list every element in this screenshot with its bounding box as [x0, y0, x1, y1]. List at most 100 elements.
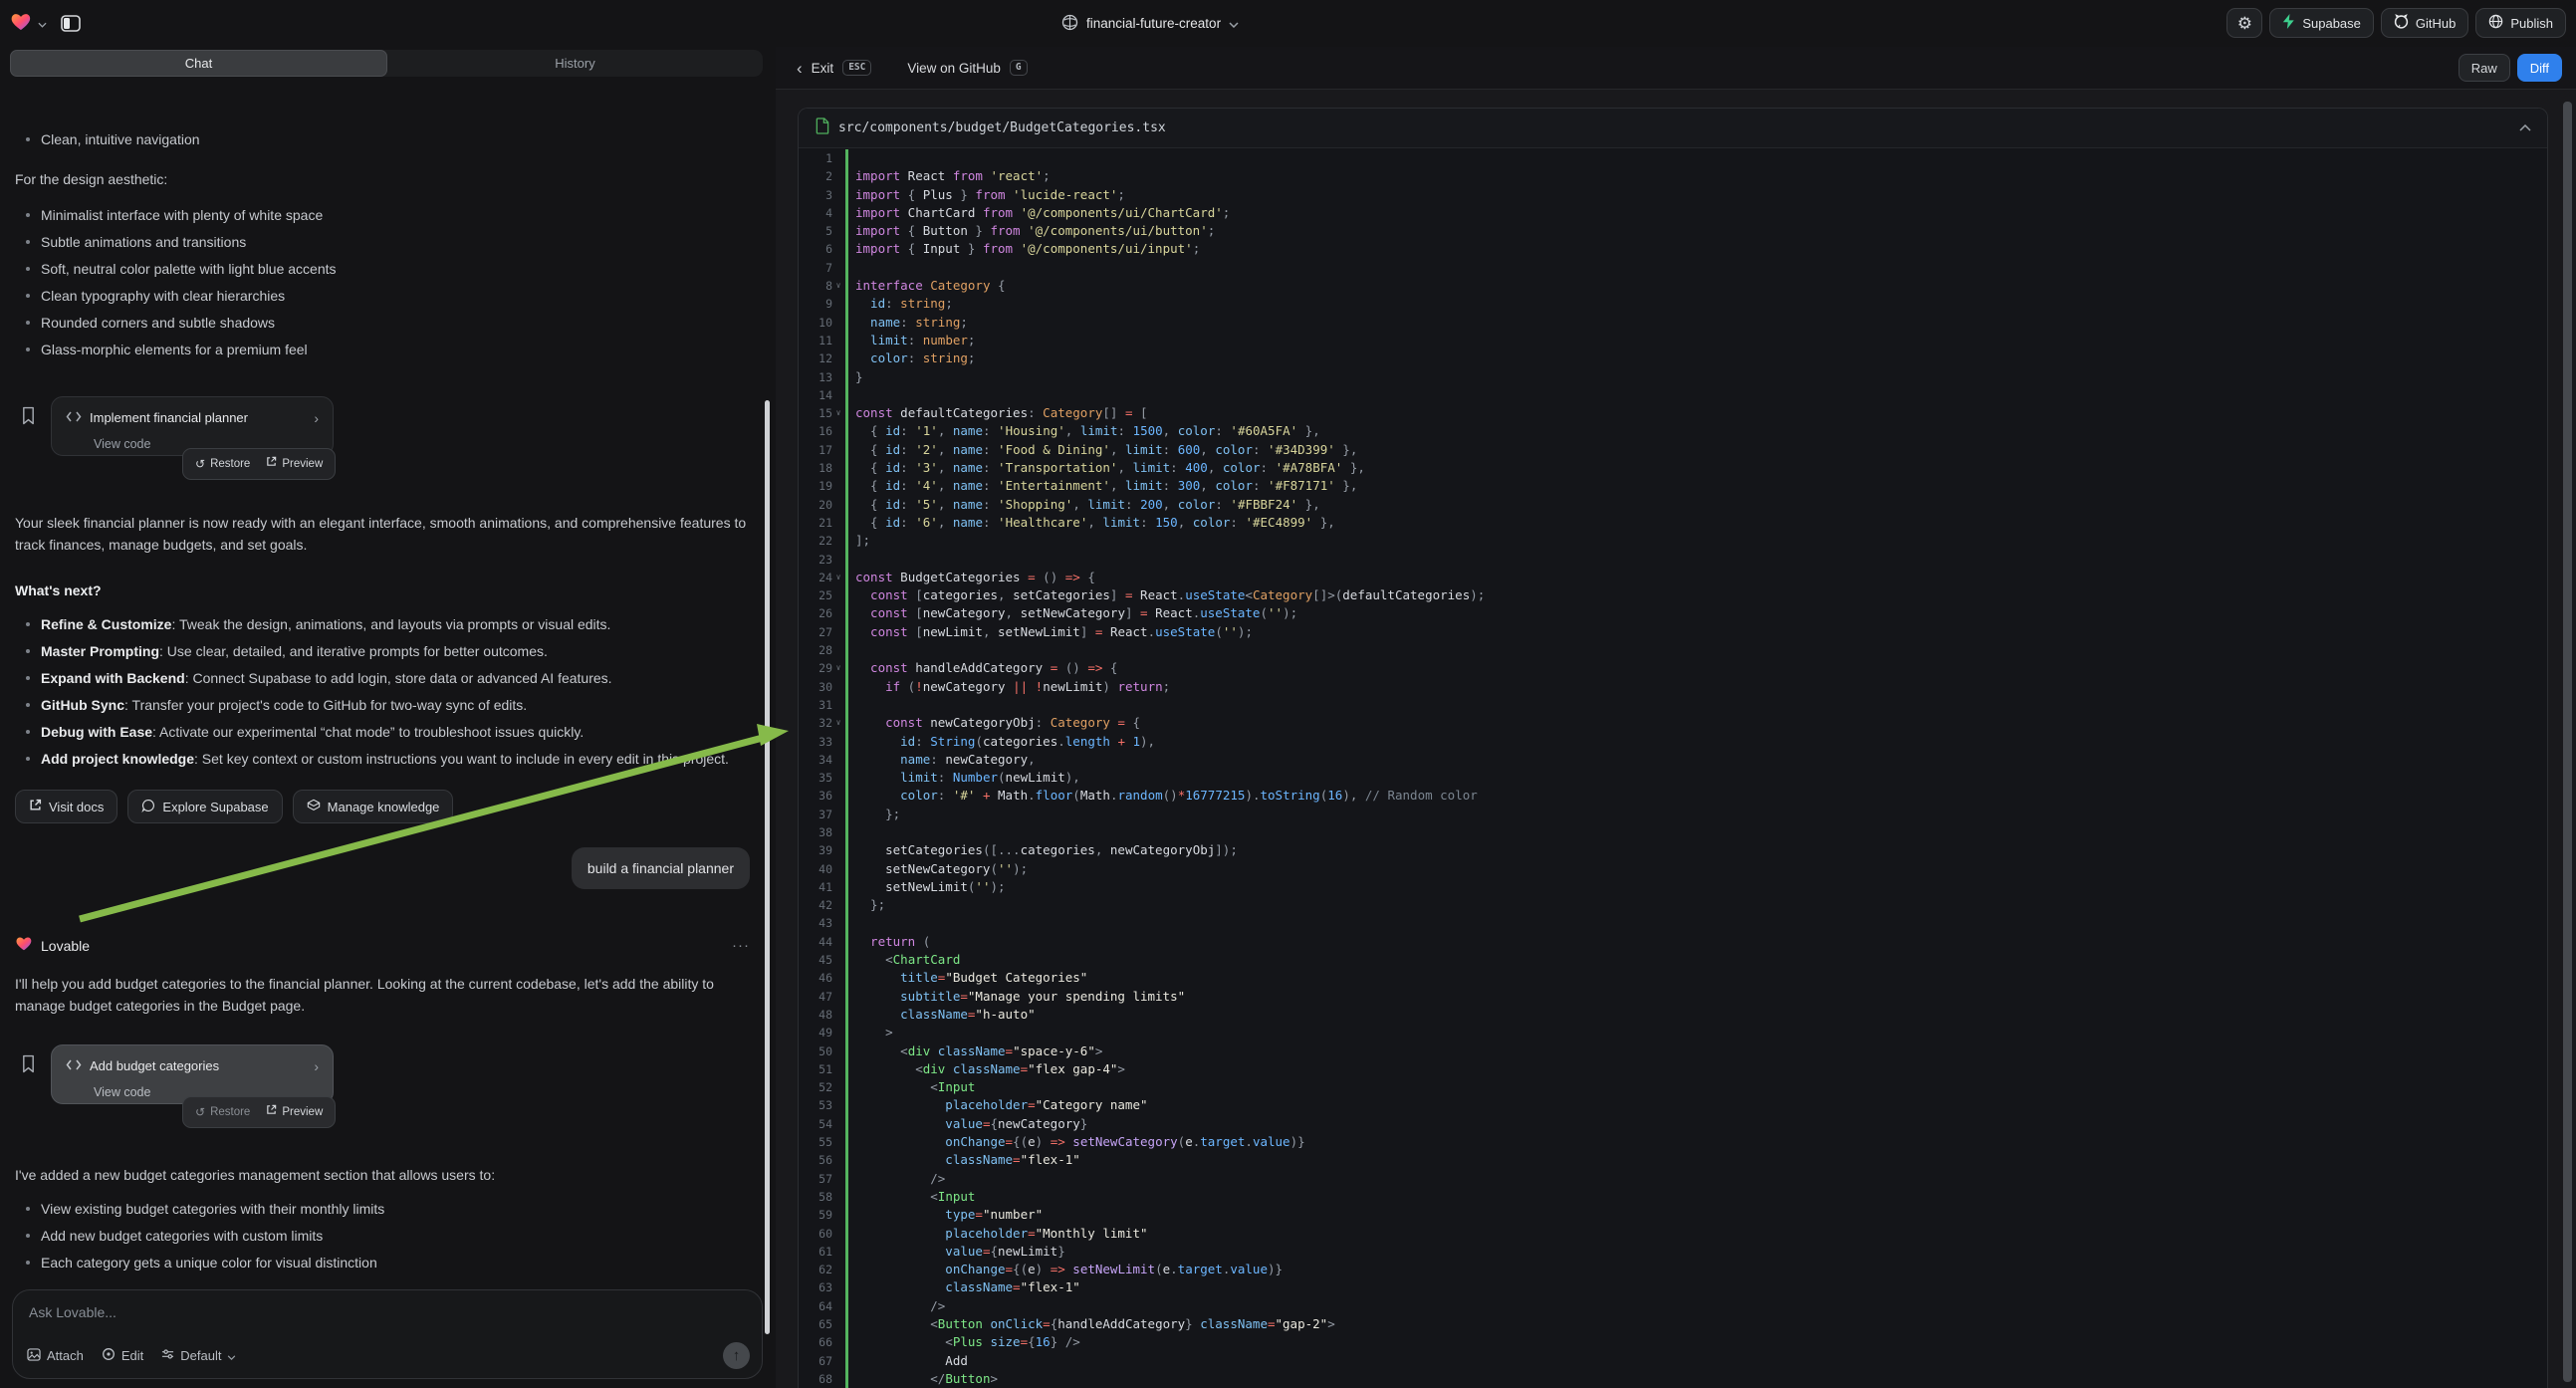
fold-chevron-icon[interactable]: ∨	[832, 714, 844, 732]
code-text: <ChartCard	[844, 951, 960, 969]
settings-button[interactable]: ⚙	[2226, 8, 2262, 38]
bullet-icon	[26, 730, 30, 734]
bookmark-icon[interactable]	[21, 406, 36, 431]
line-number: 56	[799, 1151, 832, 1169]
code-text: color: string;	[844, 349, 975, 367]
fold-chevron-icon[interactable]: ∨	[832, 569, 844, 586]
chat-messages[interactable]: Clean, intuitive navigation For the desi…	[0, 126, 776, 1281]
attach-button[interactable]: Attach	[27, 1348, 84, 1364]
diff-button[interactable]: Diff	[2517, 54, 2562, 82]
code-line: 54 value={newCategory}	[799, 1115, 2547, 1133]
fold-gutter	[832, 769, 844, 787]
restore-button[interactable]: ↺Restore	[195, 1101, 250, 1123]
fold-chevron-icon[interactable]: ∨	[832, 659, 844, 677]
code-line: 1	[799, 149, 2547, 167]
github-icon	[2394, 14, 2409, 32]
publish-label: Publish	[2510, 16, 2553, 31]
external-link-icon	[266, 1101, 277, 1123]
code-line: 51 <div className="flex gap-4">	[799, 1060, 2547, 1078]
version-card-implement-financial-planner[interactable]: Implement financial planner › View code	[51, 396, 334, 456]
code-line: 12 color: string;	[799, 349, 2547, 367]
code-line: 41 setNewLimit('');	[799, 878, 2547, 896]
file-header[interactable]: src/components/budget/BudgetCategories.t…	[799, 109, 2547, 148]
preview-button[interactable]: Preview	[266, 1101, 323, 1123]
manage-knowledge-button[interactable]: Manage knowledge	[293, 790, 454, 823]
github-button[interactable]: GitHub	[2381, 8, 2468, 38]
code-text: <div className="flex gap-4">	[844, 1060, 1125, 1078]
publish-button[interactable]: Publish	[2475, 8, 2566, 38]
chevron-down-icon	[227, 1348, 236, 1363]
code-line: 62 onChange={(e) => setNewLimit(e.target…	[799, 1261, 2547, 1278]
send-button[interactable]: ↑	[723, 1342, 750, 1369]
code-line: 18 { id: '3', name: 'Transportation', li…	[799, 459, 2547, 477]
version-card-add-budget-categories[interactable]: Add budget categories › View code	[51, 1044, 334, 1104]
list-item: GitHub Sync: Transfer your project's cod…	[15, 694, 750, 716]
exit-button[interactable]: ‹ Exit ESC	[797, 60, 871, 77]
restore-button[interactable]: ↺Restore	[195, 453, 250, 475]
code-scrollbar[interactable]	[2563, 102, 2572, 1382]
raw-button[interactable]: Raw	[2459, 54, 2510, 82]
line-number: 25	[799, 586, 832, 604]
line-number: 47	[799, 988, 832, 1006]
line-number: 17	[799, 441, 832, 459]
line-number: 12	[799, 349, 832, 367]
line-number: 65	[799, 1315, 832, 1333]
project-chevron-icon	[1229, 16, 1239, 31]
code-text: const defaultCategories: Category[] = [	[844, 404, 1148, 422]
list-item: Minimalist interface with plenty of whit…	[15, 204, 750, 226]
line-number: 5	[799, 222, 832, 240]
bookmark-icon[interactable]	[21, 1054, 36, 1079]
edit-button[interactable]: Edit	[102, 1347, 143, 1364]
line-number: 45	[799, 951, 832, 969]
assistant-paragraph: For the design aesthetic:	[15, 168, 750, 190]
line-number: 41	[799, 878, 832, 896]
project-icon	[1061, 14, 1078, 34]
chat-input-box[interactable]: Ask Lovable... Attach Edit Default ↑	[12, 1289, 763, 1379]
visit-docs-button[interactable]: Visit docs	[15, 790, 117, 823]
list-item: Each category gets a unique color for vi…	[15, 1252, 750, 1273]
code-line: 33 id: String(categories.length + 1),	[799, 733, 2547, 751]
code-text: <div className="space-y-6">	[844, 1042, 1102, 1060]
tab-chat[interactable]: Chat	[10, 50, 387, 77]
line-number: 53	[799, 1096, 832, 1114]
fold-gutter	[832, 1078, 844, 1096]
preview-button[interactable]: Preview	[266, 453, 323, 475]
line-number: 43	[799, 914, 832, 932]
view-on-github-button[interactable]: View on GitHub G	[907, 60, 1027, 76]
code-line: 11 limit: number;	[799, 332, 2547, 349]
lovable-logo-icon[interactable]	[10, 11, 32, 36]
code-text: <Input	[844, 1188, 975, 1206]
fold-chevron-icon[interactable]: ∨	[832, 404, 844, 422]
topbar-actions: ⚙ Supabase GitHub Publish	[2226, 8, 2566, 38]
code-text: Add	[844, 1352, 968, 1370]
collapse-file-button[interactable]	[2519, 124, 2531, 131]
line-number: 62	[799, 1261, 832, 1278]
code-line: 36 color: '#' + Math.floor(Math.random()…	[799, 787, 2547, 805]
logo-menu-chevron-icon[interactable]	[38, 15, 47, 33]
code-line: 65 <Button onClick={handleAddCategory} c…	[799, 1315, 2547, 1333]
fold-gutter	[832, 1024, 844, 1041]
fold-gutter	[832, 149, 844, 167]
code-line: 68 </Button>	[799, 1370, 2547, 1388]
code-line: 64 />	[799, 1297, 2547, 1315]
line-number: 46	[799, 969, 832, 987]
g-kbd-badge: G	[1010, 60, 1028, 76]
code-line: 14	[799, 386, 2547, 404]
mode-select[interactable]: Default	[161, 1348, 236, 1363]
code-line: 61 value={newLimit}	[799, 1243, 2547, 1261]
code-text: className="flex-1"	[844, 1278, 1080, 1296]
line-number: 54	[799, 1115, 832, 1133]
code-text: className="h-auto"	[844, 1006, 1036, 1024]
supabase-button[interactable]: Supabase	[2269, 8, 2374, 38]
code-editor[interactable]: 12import React from 'react';3import { Pl…	[799, 149, 2547, 1388]
code-line: 67 Add	[799, 1352, 2547, 1370]
external-link-icon	[266, 453, 277, 475]
message-menu-button[interactable]: ···	[732, 935, 750, 957]
fold-chevron-icon[interactable]: ∨	[832, 277, 844, 295]
explore-supabase-button[interactable]: Explore Supabase	[127, 790, 282, 823]
project-switcher[interactable]: financial-future-creator	[1061, 0, 1239, 47]
sidebar-toggle-button[interactable]	[61, 15, 81, 32]
chat-scrollbar[interactable]	[765, 400, 770, 1334]
tab-history[interactable]: History	[387, 50, 763, 77]
exit-label: Exit	[812, 61, 834, 76]
